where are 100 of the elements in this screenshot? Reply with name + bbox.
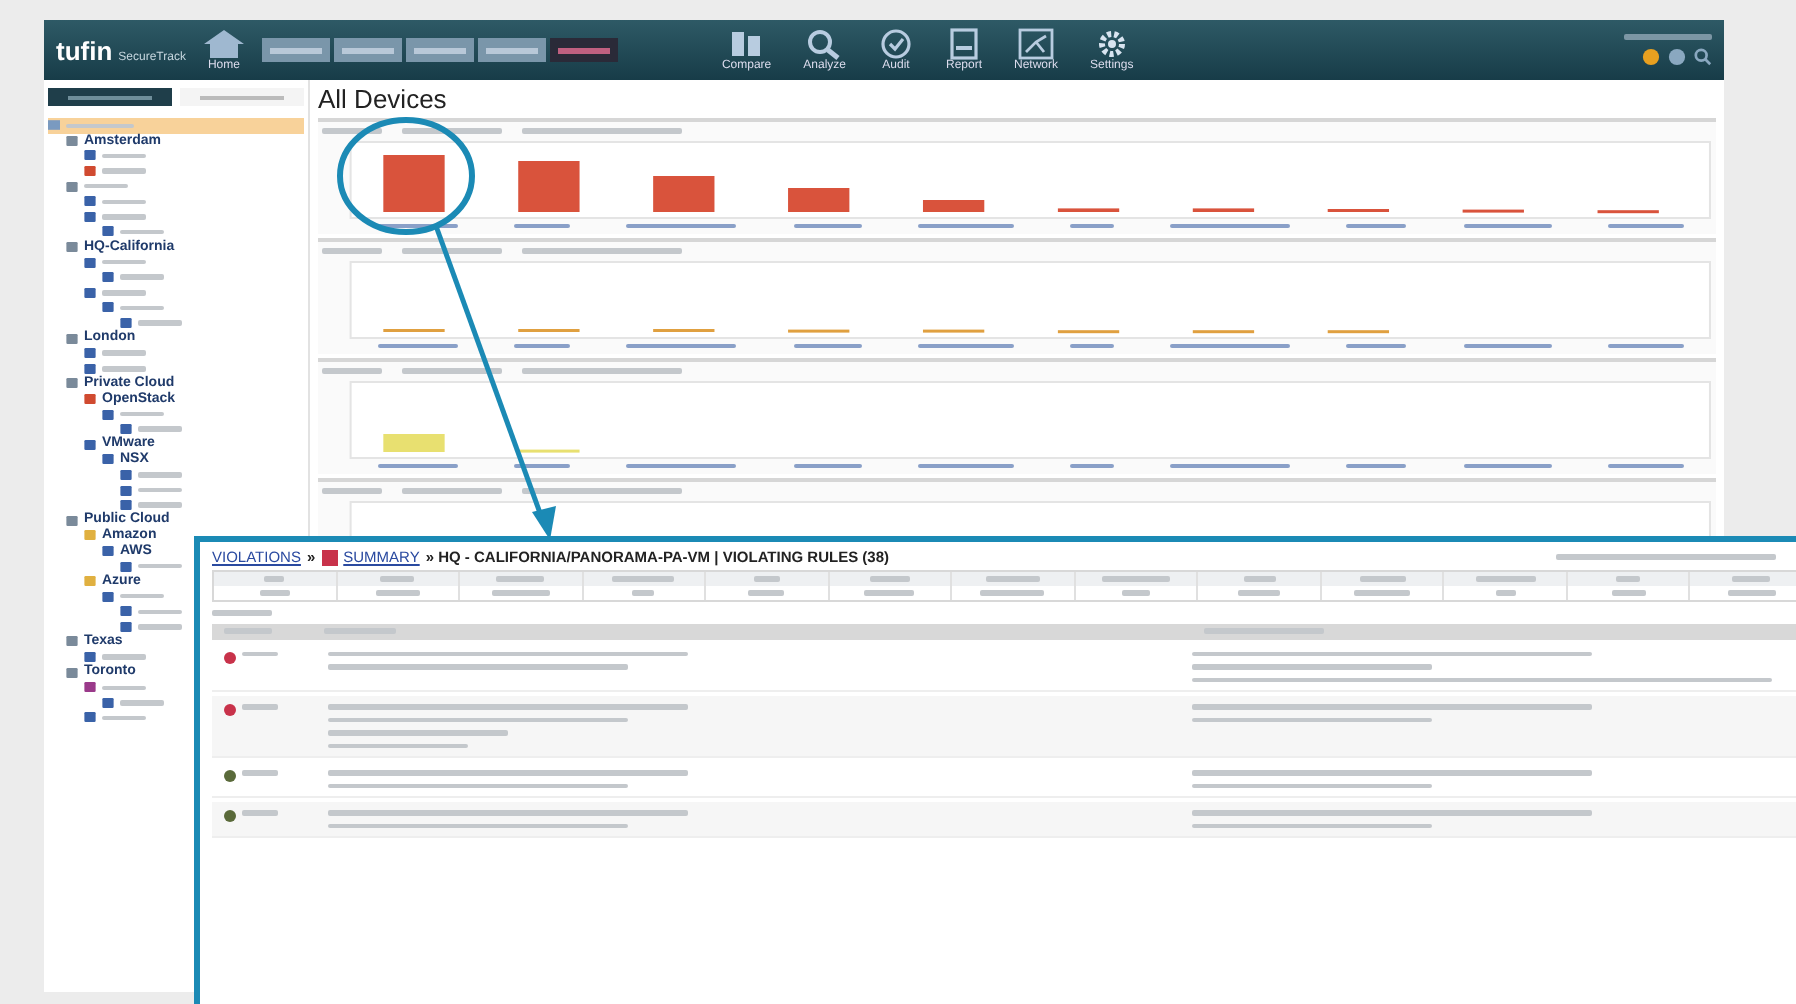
network-icon	[1018, 28, 1055, 60]
blurred-line	[102, 199, 146, 205]
tree-root-row[interactable]	[48, 118, 304, 134]
search-icon	[806, 28, 843, 60]
blurred-line	[626, 343, 737, 348]
device-icon	[84, 652, 96, 663]
blurred-line	[917, 343, 1014, 348]
blurred-line	[793, 343, 862, 348]
blurred-line	[402, 128, 502, 133]
site-icon	[66, 667, 78, 678]
blurred-line	[626, 463, 737, 468]
blurred-line	[102, 290, 146, 296]
chart-bar	[653, 175, 715, 211]
blurred-line	[1607, 223, 1684, 228]
blurred-line	[102, 259, 146, 265]
blurred-line	[102, 366, 146, 372]
blurred-line	[514, 223, 571, 228]
blurred-line	[120, 305, 164, 311]
blurred-line	[138, 487, 182, 493]
blurred-line	[102, 715, 146, 721]
blurred-line	[514, 343, 571, 348]
blurred-line	[1070, 343, 1115, 348]
blurred-line	[138, 472, 182, 478]
blurred-line	[793, 463, 862, 468]
nav-tab[interactable]	[477, 38, 546, 62]
blurred-line	[138, 426, 182, 432]
blurred-line	[1070, 223, 1115, 228]
chart-bar	[518, 160, 580, 211]
blurred-line	[1463, 223, 1552, 228]
columns-icon	[728, 28, 765, 60]
blurred-line	[322, 488, 382, 493]
blurred-line	[1463, 463, 1552, 468]
blurred-line	[917, 223, 1014, 228]
logo: tufin	[56, 35, 113, 65]
blurred-line	[102, 685, 146, 691]
check-circle-icon	[878, 28, 914, 60]
site-icon	[66, 135, 78, 146]
blurred-line	[1170, 223, 1291, 228]
blurred-line	[1607, 463, 1684, 468]
sidebar-tab[interactable]	[180, 88, 304, 106]
page-title: All Devices	[318, 84, 449, 114]
blurred-line	[1624, 34, 1712, 40]
blurred-line	[378, 463, 459, 468]
settings-icon	[1093, 28, 1130, 60]
blurred-line	[378, 223, 459, 228]
house-icon	[201, 28, 246, 60]
blurred-line	[1346, 343, 1407, 348]
blurred-line	[1346, 463, 1407, 468]
globe-icon[interactable]	[1668, 47, 1686, 66]
blurred-line	[138, 563, 182, 569]
blurred-line	[120, 274, 164, 280]
blurred-line	[322, 248, 382, 253]
blurred-line	[626, 223, 737, 228]
document-icon	[946, 28, 982, 60]
blurred-line	[212, 610, 272, 615]
chart-bar	[788, 187, 850, 211]
blurred-line	[322, 128, 382, 133]
blurred-line	[120, 700, 164, 706]
blurred-line	[402, 248, 502, 253]
chart-bar	[383, 154, 445, 211]
blurred-line	[102, 153, 146, 159]
folder-icon	[48, 120, 60, 131]
site-icon	[66, 636, 78, 647]
site-icon	[66, 515, 78, 526]
blurred-line	[378, 343, 459, 348]
sidebar-tab[interactable]	[48, 88, 172, 106]
blurred-line	[402, 368, 502, 373]
nav-tab[interactable]	[333, 38, 402, 62]
blurred-line	[120, 229, 164, 235]
site-icon	[66, 242, 78, 253]
blurred-line	[138, 502, 182, 508]
blurred-line	[120, 411, 164, 417]
blurred-line	[322, 368, 382, 373]
blurred-line	[120, 593, 164, 599]
nav-tab[interactable]	[549, 38, 618, 62]
blurred-line	[1170, 343, 1291, 348]
nav-tab[interactable]	[261, 38, 330, 62]
site-icon	[66, 333, 78, 344]
blurred-line	[514, 463, 571, 468]
blurred-line	[1170, 463, 1291, 468]
blurred-line	[102, 168, 146, 174]
nav-tab[interactable]	[405, 38, 474, 62]
blurred-line	[1463, 343, 1552, 348]
blurred-line	[102, 350, 146, 356]
blurred-line	[138, 624, 182, 630]
blurred-line	[402, 488, 502, 493]
blurred-line	[917, 463, 1014, 468]
site-icon	[66, 378, 78, 389]
search-icon[interactable]	[1694, 47, 1712, 66]
blurred-line	[793, 223, 862, 228]
blurred-line	[138, 609, 182, 615]
square-icon	[321, 549, 338, 565]
blurred-line	[84, 183, 128, 189]
blurred-line	[102, 654, 146, 660]
blurred-line	[1070, 463, 1115, 468]
blurred-line	[138, 320, 182, 326]
site-icon	[66, 181, 78, 192]
blurred-line	[102, 214, 146, 220]
blurred-line	[1346, 223, 1407, 228]
blurred-line	[1607, 343, 1684, 348]
